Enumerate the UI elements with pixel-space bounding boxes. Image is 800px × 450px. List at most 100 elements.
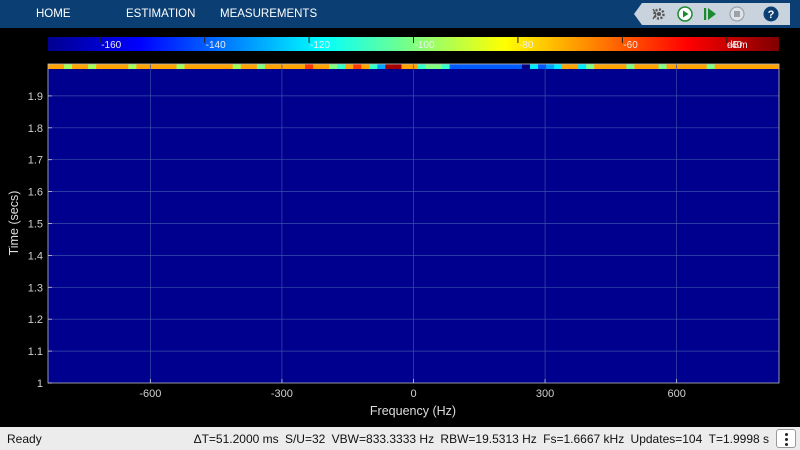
heatmap-cell: [546, 64, 555, 69]
heatmap-cell: [96, 64, 105, 69]
heatmap-cell: [754, 64, 764, 69]
heatmap-cell: [650, 64, 659, 69]
measurement-readout: ΔT=51.2000 ms S/U=32 VBW=833.3333 Hz RBW…: [191, 432, 769, 446]
heatmap-cell: [56, 64, 65, 69]
y-tick-label: 1.8: [28, 123, 43, 135]
heatmap-cell: [369, 64, 378, 69]
heatmap-cell: [465, 64, 475, 69]
x-tick-label: 0: [410, 388, 416, 400]
heatmap-cell: [457, 64, 467, 69]
heatmap-cell: [730, 64, 740, 69]
heatmap: [47, 63, 780, 384]
heatmap-cell: [570, 64, 579, 69]
heatmap-cell: [417, 64, 426, 69]
heatmap-cell: [297, 64, 306, 69]
step-forward-icon[interactable]: [702, 6, 718, 22]
tab-home[interactable]: HOME: [36, 0, 71, 28]
heatmap-cell: [626, 64, 635, 69]
heatmap-cell: [176, 64, 185, 69]
y-tick-label: 1.7: [28, 155, 43, 167]
heatmap-cell: [586, 64, 595, 69]
heatmap-cell: [216, 64, 226, 69]
heatmap-cell: [441, 64, 451, 69]
run-icon[interactable]: [677, 6, 693, 22]
heatmap-cell: [513, 64, 523, 69]
heatmap-cell: [192, 64, 202, 69]
spectrogram-svg: -160 -140 -120 -100 -80 -60 -40 dBm -600 -300 0 3…: [7, 37, 780, 418]
heatmap-cell: [762, 64, 772, 69]
more-options-icon[interactable]: [776, 429, 796, 448]
heatmap-cell: [272, 64, 282, 69]
su-readout: S/U=32: [284, 432, 326, 446]
heatmap-cell: [232, 64, 242, 69]
heatmap-cell: [264, 64, 274, 69]
status-state: Ready: [7, 432, 42, 446]
rbw-readout: RBW=19.5313 Hz: [440, 432, 537, 446]
x-tick-label: 300: [536, 388, 554, 400]
heatmap-cell: [305, 64, 314, 69]
delta-t-readout: ΔT=51.2000 ms: [193, 432, 279, 446]
heatmap-cell: [449, 64, 459, 69]
heatmap-cell: [377, 64, 386, 69]
heatmap-cell: [481, 64, 491, 69]
settings-icon[interactable]: [651, 6, 667, 22]
colorbar-tick-label: -100: [415, 40, 435, 51]
heatmap-cell: [634, 64, 643, 69]
heatmap-cell: [529, 64, 539, 69]
heatmap-cell: [642, 64, 651, 69]
heatmap-cell: [554, 64, 563, 69]
heatmap-cell: [345, 64, 354, 69]
colorbar-tick-label: -120: [310, 40, 330, 51]
heatmap-cell: [706, 64, 716, 69]
heatmap-cell: [610, 64, 619, 69]
tab-measurements[interactable]: MEASUREMENTS: [220, 0, 317, 28]
heatmap-cell: [152, 64, 161, 69]
y-tick-label: 1.1: [28, 346, 43, 358]
updates-readout: Updates=104: [630, 432, 703, 446]
colorbar-tick-label: -80: [519, 40, 534, 51]
heatmap-cell: [393, 64, 402, 69]
vbw-readout: VBW=833.3333 Hz: [331, 432, 435, 446]
x-tick-label: -300: [271, 388, 293, 400]
fs-readout: Fs=1.6667 kHz: [543, 432, 625, 446]
heatmap-cell: [770, 64, 780, 69]
y-tick-label: 1.9: [28, 91, 43, 103]
heatmap-cell: [521, 64, 531, 69]
heatmap-cell: [690, 64, 700, 69]
heatmap-cell: [562, 64, 571, 69]
y-tick-label: 1.3: [28, 282, 43, 294]
heatmap-cell: [722, 64, 732, 69]
time-readout: T=1.9998 s: [708, 432, 769, 446]
heatmap-cell: [602, 64, 611, 69]
heatmap-cell: [112, 64, 121, 69]
heatmap-cell: [714, 64, 724, 69]
heatmap-cell: [666, 64, 675, 69]
heatmap-cell: [80, 64, 89, 69]
svg-text:?: ?: [768, 9, 775, 21]
y-tick-label: 1.2: [28, 314, 43, 326]
y-tick-label: 1.4: [28, 250, 43, 262]
colorbar: -160 -140 -120 -100 -80 -60 -40 dBm: [48, 37, 779, 51]
heatmap-cell: [128, 64, 137, 69]
heatmap-cell: [120, 64, 129, 69]
heatmap-cell: [658, 64, 667, 69]
heatmap-cell: [168, 64, 177, 69]
help-icon[interactable]: ?: [763, 6, 779, 22]
colorbar-unit: dBm: [727, 40, 748, 51]
heatmap-cell: [578, 64, 587, 69]
heatmap-cell: [497, 64, 507, 69]
stop-icon[interactable]: [729, 6, 745, 22]
tab-estimation[interactable]: ESTIMATION: [126, 0, 195, 28]
heatmap-cell: [64, 64, 73, 69]
toolbar: HOME ESTIMATION MEASUREMENTS ?: [0, 0, 800, 28]
heatmap-cell: [618, 64, 627, 69]
heatmap-cell: [425, 64, 434, 69]
colorbar-tick-label: -160: [101, 40, 121, 51]
colorbar-tick-label: -60: [623, 40, 638, 51]
heatmap-cell: [184, 64, 193, 69]
heatmap-cell: [288, 64, 298, 69]
x-tick-label: -600: [139, 388, 161, 400]
heatmap-cell: [361, 64, 370, 69]
heatmap-cell: [321, 64, 330, 69]
heatmap-cell: [385, 64, 394, 69]
